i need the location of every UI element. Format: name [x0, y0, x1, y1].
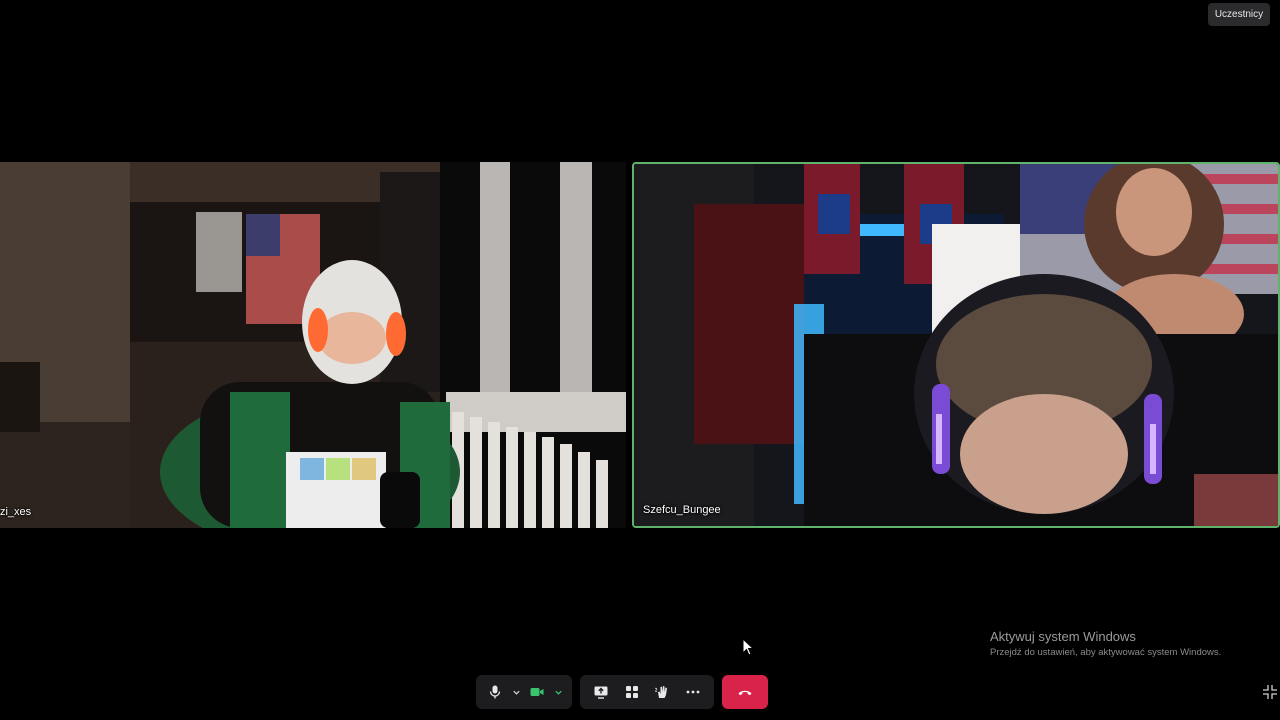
share-screen-button[interactable] — [586, 678, 617, 706]
apps-icon — [625, 686, 638, 698]
mouse-cursor-icon — [742, 638, 754, 656]
mic-icon — [490, 685, 501, 699]
raise-hand-icon — [655, 686, 668, 698]
video-tile-zi-xes[interactable]: zi_xes — [0, 162, 626, 528]
participants-button[interactable]: Uczestnicy — [1208, 3, 1270, 26]
mic-options-chevron[interactable] — [509, 678, 524, 706]
participant-name: zi_xes — [0, 506, 32, 518]
camera-options-chevron[interactable] — [551, 678, 566, 706]
apps-button[interactable] — [617, 678, 648, 706]
camera-icon — [530, 688, 544, 696]
more-options-button[interactable] — [678, 678, 709, 706]
call-actions — [580, 675, 714, 709]
video-tile-szefcu-bungee[interactable]: Szefcu_Bungee — [632, 162, 1280, 528]
participant-name: Szefcu_Bungee — [643, 504, 721, 516]
raise-hand-button[interactable] — [647, 678, 678, 706]
share-screen-icon — [594, 686, 608, 699]
more-icon — [686, 690, 700, 694]
video-feed-left — [0, 162, 626, 528]
video-feed-right — [634, 164, 1278, 526]
mic-button[interactable] — [482, 678, 509, 706]
chevron-down-icon — [513, 690, 520, 695]
camera-button[interactable] — [524, 678, 551, 706]
watermark-subtitle: Przejdź do ustawień, aby aktywować syste… — [990, 647, 1222, 658]
chevron-down-icon — [555, 690, 562, 695]
exit-fullscreen-icon[interactable] — [1262, 684, 1278, 700]
watermark-title: Aktywuj system Windows — [990, 629, 1136, 644]
audio-video-controls — [476, 675, 572, 709]
hang-up-button[interactable] — [722, 675, 768, 709]
hang-up-icon — [738, 690, 752, 696]
windows-activation-watermark: Aktywuj system Windows Przejdź do ustawi… — [990, 629, 1221, 659]
